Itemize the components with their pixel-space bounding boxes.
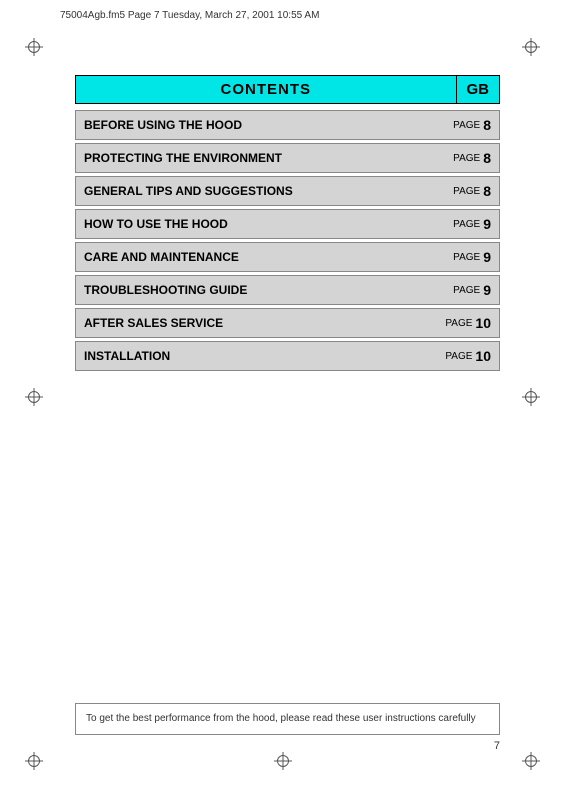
crosshair-bottom-mid — [274, 752, 292, 770]
toc-row-care: CARE AND MAINTENANCEPAGE9 — [75, 242, 500, 272]
toc-page-after-sales: PAGE10 — [437, 309, 499, 337]
toc-page-word-before-using: PAGE — [453, 120, 480, 131]
toc-page-troubleshooting: PAGE9 — [445, 276, 499, 304]
toc-label-installation: INSTALLATION — [76, 342, 437, 370]
toc-page-num-care: 9 — [483, 249, 491, 265]
crosshair-mid-left — [25, 388, 43, 406]
toc-page-how-to-use: PAGE9 — [445, 210, 499, 238]
content-area: CONTENTS GB BEFORE USING THE HOODPAGE8PR… — [75, 75, 500, 700]
toc-page-word-protecting: PAGE — [453, 153, 480, 164]
toc-page-num-how-to-use: 9 — [483, 216, 491, 232]
crosshair-bottom-left — [25, 752, 43, 770]
toc-page-num-troubleshooting: 9 — [483, 282, 491, 298]
toc-label-after-sales: AFTER SALES SERVICE — [76, 309, 437, 337]
toc-label-troubleshooting: TROUBLESHOOTING GUIDE — [76, 276, 445, 304]
toc-label-before-using: BEFORE USING THE HOOD — [76, 111, 445, 139]
toc-page-care: PAGE9 — [445, 243, 499, 271]
toc-label-how-to-use: HOW TO USE THE HOOD — [76, 210, 445, 238]
toc-page-before-using: PAGE8 — [445, 111, 499, 139]
toc-page-num-after-sales: 10 — [475, 315, 491, 331]
crosshair-mid-right — [522, 388, 540, 406]
toc-row-general-tips: GENERAL TIPS AND SUGGESTIONSPAGE8 — [75, 176, 500, 206]
toc-row-protecting: PROTECTING THE ENVIRONMENTPAGE8 — [75, 143, 500, 173]
toc-page-installation: PAGE10 — [437, 342, 499, 370]
toc-page-word-after-sales: PAGE — [445, 318, 472, 329]
gb-label: GB — [456, 76, 500, 103]
page-number: 7 — [494, 740, 500, 752]
filename-label: 75004Agb.fm5 Page 7 Tuesday, March 27, 2… — [60, 10, 319, 21]
toc-row-installation: INSTALLATIONPAGE10 — [75, 341, 500, 371]
toc-label-protecting: PROTECTING THE ENVIRONMENT — [76, 144, 445, 172]
footer-note-text: To get the best performance from the hoo… — [86, 713, 476, 724]
toc-page-word-installation: PAGE — [445, 351, 472, 362]
toc-row-before-using: BEFORE USING THE HOODPAGE8 — [75, 110, 500, 140]
toc-page-word-general-tips: PAGE — [453, 186, 480, 197]
toc-row-how-to-use: HOW TO USE THE HOODPAGE9 — [75, 209, 500, 239]
toc-list: BEFORE USING THE HOODPAGE8PROTECTING THE… — [75, 110, 500, 371]
footer-note: To get the best performance from the hoo… — [75, 703, 500, 735]
toc-page-word-troubleshooting: PAGE — [453, 285, 480, 296]
toc-page-protecting: PAGE8 — [445, 144, 499, 172]
crosshair-top-left — [25, 38, 43, 56]
toc-label-care: CARE AND MAINTENANCE — [76, 243, 445, 271]
toc-page-num-protecting: 8 — [483, 150, 491, 166]
page: 75004Agb.fm5 Page 7 Tuesday, March 27, 2… — [0, 0, 565, 800]
toc-page-word-how-to-use: PAGE — [453, 219, 480, 230]
toc-page-general-tips: PAGE8 — [445, 177, 499, 205]
toc-page-word-care: PAGE — [453, 252, 480, 263]
crosshair-top-right — [522, 38, 540, 56]
toc-page-num-installation: 10 — [475, 348, 491, 364]
header-bar: 75004Agb.fm5 Page 7 Tuesday, March 27, 2… — [60, 10, 505, 21]
toc-page-num-before-using: 8 — [483, 117, 491, 133]
contents-header: CONTENTS GB — [75, 75, 500, 104]
toc-label-general-tips: GENERAL TIPS AND SUGGESTIONS — [76, 177, 445, 205]
toc-page-num-general-tips: 8 — [483, 183, 491, 199]
contents-title: CONTENTS — [76, 76, 456, 103]
toc-row-troubleshooting: TROUBLESHOOTING GUIDEPAGE9 — [75, 275, 500, 305]
crosshair-bottom-right — [522, 752, 540, 770]
toc-row-after-sales: AFTER SALES SERVICEPAGE10 — [75, 308, 500, 338]
